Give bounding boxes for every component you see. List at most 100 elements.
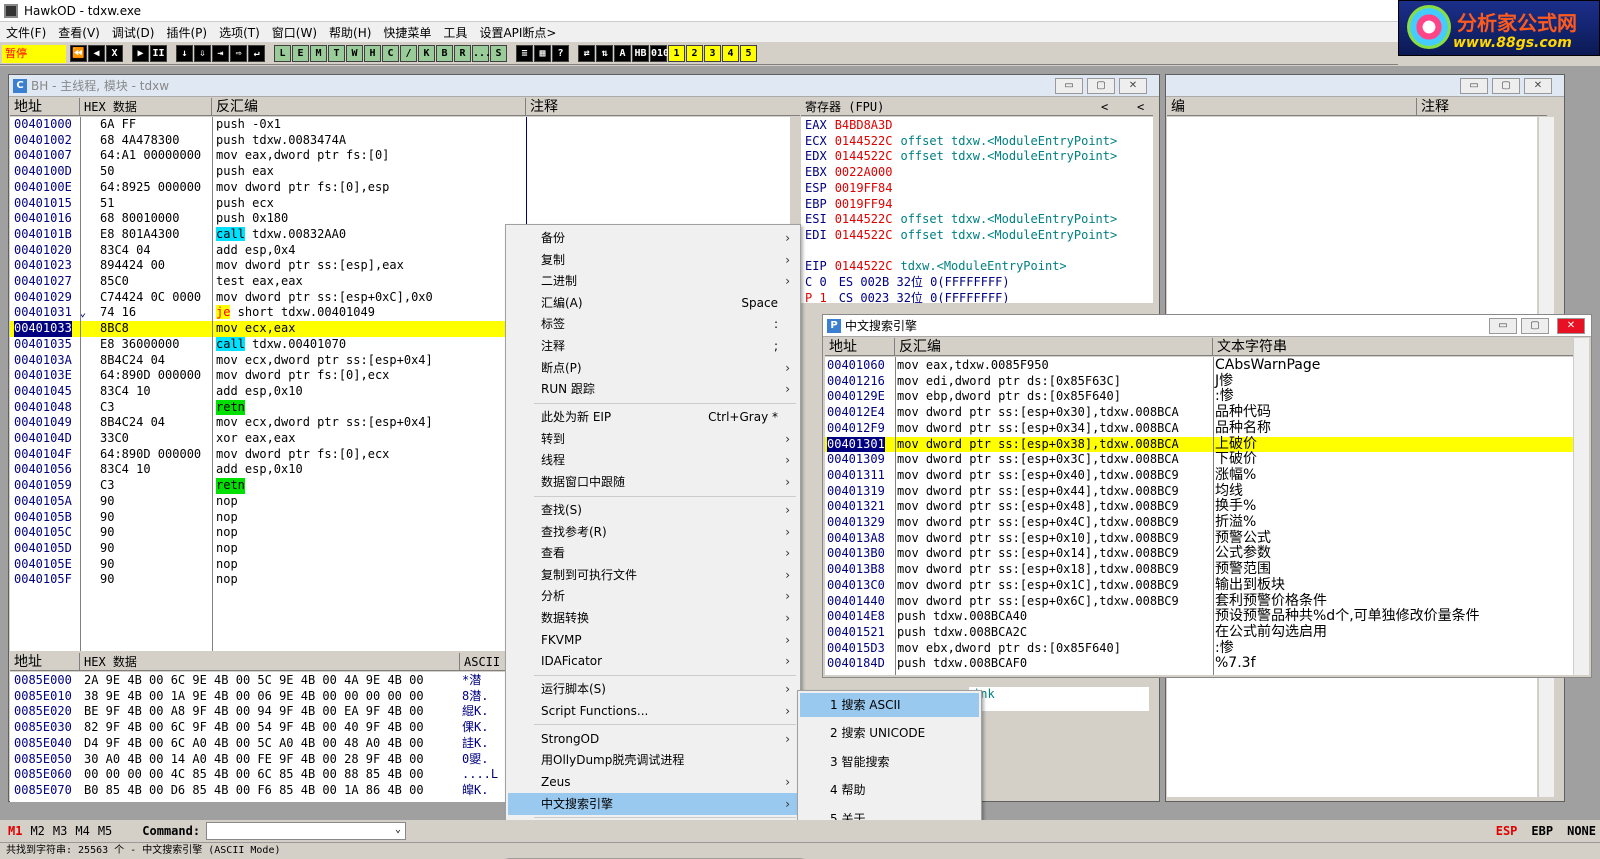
toolbar-button[interactable]: ▶: [132, 45, 149, 62]
mark-button[interactable]: M2: [30, 824, 44, 838]
context-menu-item[interactable]: 复制到可执行文件 ›: [508, 564, 798, 586]
toolbar-button[interactable]: T: [328, 45, 345, 62]
dump-col-hex[interactable]: HEX 数据: [80, 653, 460, 671]
menu-item[interactable]: 帮助(H): [323, 24, 377, 41]
context-menu-item[interactable]: 转到 ›: [508, 428, 798, 450]
register-value[interactable]: 0144522C: [835, 212, 893, 226]
dump-col-addr[interactable]: 地址: [10, 653, 80, 671]
search-close-button[interactable]: ✕: [1557, 318, 1585, 334]
register-value[interactable]: 0144522C: [835, 228, 893, 242]
toolbar-button[interactable]: 5: [740, 45, 757, 62]
search-results-pane[interactable]: 00401060 mov eax,tdxw.0085F950 CAbsWarnPag…: [825, 357, 1573, 675]
context-menu-item[interactable]: 备份 ›: [508, 227, 798, 249]
toolbar-button[interactable]: ?: [552, 45, 569, 62]
toolbar-button[interactable]: II: [150, 45, 167, 62]
search-result-row[interactable]: 00401309 mov dword ptr ss:[esp+0x3C],tdxw…: [825, 451, 1573, 468]
maximize-button[interactable]: ▢: [1087, 78, 1115, 94]
search-result-row[interactable]: 00401060 mov eax,tdxw.0085F950 CAbsWarnPag…: [825, 357, 1573, 374]
context-menu-item[interactable]: 查看 ›: [508, 542, 798, 564]
context-menu-item[interactable]: 用OllyDump脱壳调试进程: [508, 749, 798, 771]
toolbar-button[interactable]: 0101: [650, 45, 675, 62]
toolbar-button[interactable]: ⇨: [230, 45, 247, 62]
register-toggle[interactable]: EBP: [1531, 824, 1553, 838]
context-menu-item[interactable]: FKVMP ›: [508, 629, 798, 651]
toolbar-button[interactable]: ≡: [516, 45, 533, 62]
register-value[interactable]: B4BD8A3D: [835, 118, 893, 132]
search-result-row[interactable]: 004015D3 mov ebx,dword ptr ds:[0x85F640]:…: [825, 640, 1573, 657]
search-result-row[interactable]: 0040184D push tdxw.008BCAF0 %7.3f: [825, 656, 1573, 672]
context-menu-item[interactable]: 查找(S) ›: [508, 499, 798, 521]
col-hex[interactable]: HEX 数据: [80, 98, 212, 116]
toolbar-button[interactable]: ⇄: [578, 45, 595, 62]
col-addr[interactable]: 地址: [10, 98, 80, 116]
mark-button[interactable]: M1: [8, 824, 22, 838]
toolbar-button[interactable]: B: [436, 45, 453, 62]
menu-item[interactable]: 调试(D): [106, 24, 161, 41]
right-close-button[interactable]: ✕: [1524, 78, 1552, 94]
search-result-row[interactable]: 004013B0 mov dword ptr ss:[esp+0x14],tdxw…: [825, 546, 1573, 562]
register-value[interactable]: 0144522C: [835, 134, 893, 148]
dump-pane[interactable]: 0085E000 2A 9E 4B 00 6C 9E 4B 00 5C 9E 4B…: [10, 672, 510, 802]
toolbar-button[interactable]: K: [418, 45, 435, 62]
toolbar-button[interactable]: HB: [632, 45, 649, 62]
search-result-row[interactable]: 00401440 mov dword ptr ss:[esp+0x6C],tdxw…: [825, 593, 1573, 610]
search-result-row[interactable]: 00401319 mov dword ptr ss:[esp+0x44],tdxw…: [825, 483, 1573, 500]
search-result-row[interactable]: 0040129E mov ebp,dword ptr ds:[0x85F640]:…: [825, 389, 1573, 405]
toolbar-button[interactable]: ↵: [248, 45, 265, 62]
toolbar-button[interactable]: A: [614, 45, 631, 62]
toolbar-button[interactable]: L: [274, 45, 291, 62]
register-value[interactable]: 0019FF94: [835, 197, 893, 211]
context-menu-item[interactable]: 查找参考(R) ›: [508, 521, 798, 543]
register-value[interactable]: 0144522C: [835, 149, 893, 163]
toolbar-button[interactable]: W: [346, 45, 363, 62]
register-value[interactable]: 0022A000: [835, 165, 893, 179]
context-menu-item[interactable]: 复制 ›: [508, 249, 798, 271]
toolbar-button[interactable]: 4: [722, 45, 739, 62]
mark-button[interactable]: M3: [53, 824, 67, 838]
menu-item[interactable]: 选项(T): [213, 24, 266, 41]
search-result-row[interactable]: 004012E4 mov dword ptr ss:[esp+0x30],tdxw…: [825, 404, 1573, 421]
menu-item[interactable]: 设置API断点>: [473, 24, 562, 41]
toolbar-button[interactable]: ▦: [534, 45, 551, 62]
toolbar-button[interactable]: ⇩: [194, 45, 211, 62]
search-col-str[interactable]: 文本字符串: [1213, 338, 1573, 356]
disasm-row[interactable]: 00401015 51 push ecx: [10, 196, 790, 212]
chevron-down-icon[interactable]: ⌄: [395, 824, 401, 835]
submenu-item[interactable]: 1 搜索 ASCII: [800, 693, 979, 717]
command-input[interactable]: ⌄: [206, 822, 407, 840]
toolbar-button[interactable]: X: [106, 45, 123, 62]
prev-arrow-icon[interactable]: <: [1097, 98, 1113, 116]
context-menu-item[interactable]: Zeus ›: [508, 771, 798, 793]
context-menu-item[interactable]: 线程 ›: [508, 449, 798, 471]
context-menu-item[interactable]: 汇编(A) Space: [508, 292, 798, 314]
search-minimize-button[interactable]: ▭: [1489, 318, 1517, 334]
search-result-row[interactable]: 00401301 mov dword ptr ss:[esp+0x38],tdxw…: [825, 436, 1573, 453]
close-button[interactable]: ✕: [1119, 78, 1147, 94]
col-comment[interactable]: 注释: [526, 98, 800, 116]
toolbar-button[interactable]: H: [364, 45, 381, 62]
submenu-item[interactable]: 4 帮助: [800, 778, 979, 802]
right-maximize-button[interactable]: ▢: [1492, 78, 1520, 94]
toolbar-button[interactable]: S: [490, 45, 507, 62]
register-toggle[interactable]: ESP: [1496, 824, 1518, 838]
mark-button[interactable]: M5: [98, 824, 112, 838]
disasm-row[interactable]: 00401007 64:A1 00000000 mov eax,dword ptr …: [10, 148, 790, 164]
disasm-row[interactable]: 0040100E 64:8925 000000 mov dword ptr fs:[…: [10, 180, 790, 196]
toolbar-button[interactable]: E: [292, 45, 309, 62]
toolbar-button[interactable]: ◀: [88, 45, 105, 62]
menu-item[interactable]: 查看(V): [52, 24, 106, 41]
context-menu-item[interactable]: 标签:: [508, 313, 798, 335]
context-menu-item[interactable]: 运行脚本(S) ›: [508, 678, 798, 700]
toolbar-button[interactable]: R: [454, 45, 471, 62]
search-result-row[interactable]: 004013C0 mov dword ptr ss:[esp+0x1C],tdxw…: [825, 577, 1573, 594]
search-result-row[interactable]: 004013A8 mov dword ptr ss:[esp+0x10],tdxw…: [825, 530, 1573, 547]
toolbar-button[interactable]: 2: [686, 45, 703, 62]
menu-item[interactable]: 插件(P): [160, 24, 213, 41]
search-col-addr[interactable]: 地址: [825, 338, 895, 356]
mark-button[interactable]: M4: [75, 824, 89, 838]
right-minimize-button[interactable]: ▭: [1460, 78, 1488, 94]
col-disasm[interactable]: 反汇编: [212, 98, 526, 116]
search-result-row[interactable]: 00401329 mov dword ptr ss:[esp+0x4C],tdxw…: [825, 514, 1573, 531]
search-result-row[interactable]: 00401311 mov dword ptr ss:[esp+0x40],tdxw…: [825, 467, 1573, 484]
register-value[interactable]: 0019FF84: [835, 181, 893, 195]
